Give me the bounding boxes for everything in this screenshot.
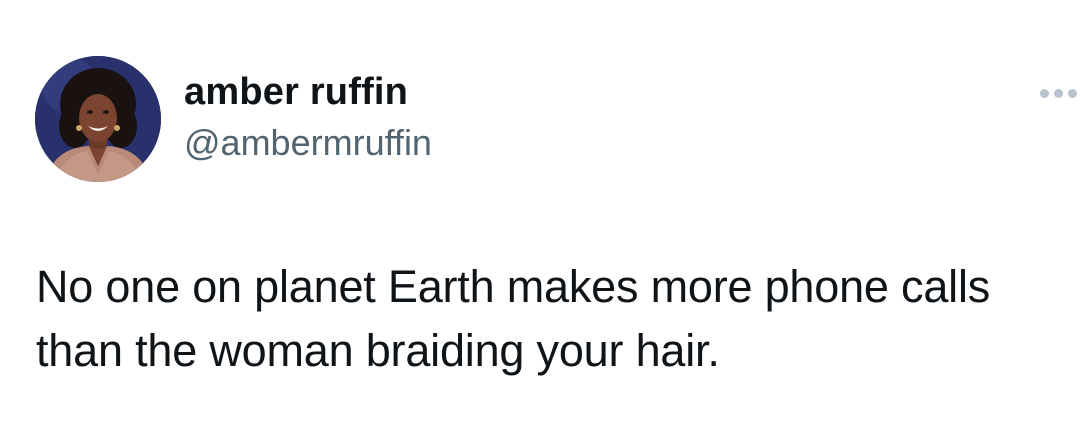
tweet-card: amber ruffin @ambermruffin No one on pla… — [0, 0, 1080, 429]
more-options-button[interactable] — [1036, 80, 1080, 106]
tweet-text-line: than the woman braiding your hair. — [36, 325, 720, 376]
avatar-photo-icon — [35, 56, 161, 182]
author-handle[interactable]: @ambermruffin — [184, 121, 432, 165]
tweet-text: No one on planet Earth makes more phone … — [36, 255, 1076, 383]
tweet-text-line: No one on planet Earth makes more phone … — [36, 261, 991, 312]
avatar[interactable] — [35, 56, 161, 182]
author-display-name[interactable]: amber ruffin — [184, 70, 408, 114]
